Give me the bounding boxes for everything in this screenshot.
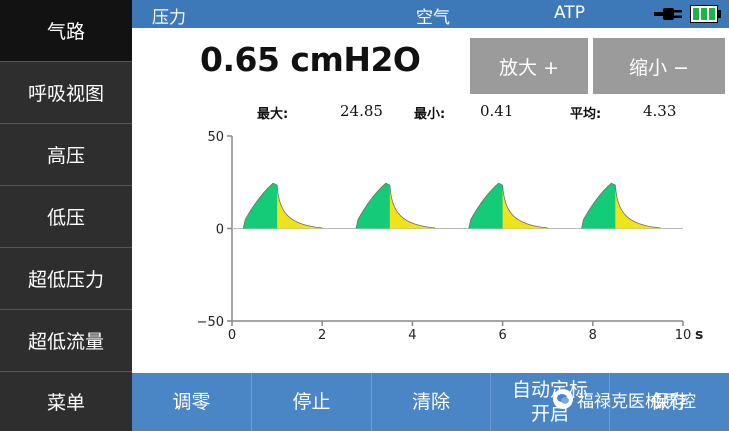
zoom-in-button[interactable]: 放大 + xyxy=(470,38,588,94)
sidebar-item-label: 菜单 xyxy=(46,392,85,414)
sidebar-item-menu[interactable]: 菜单 xyxy=(0,372,132,431)
x-tick-label: 2 xyxy=(318,328,326,343)
zoom-out-button[interactable]: 缩小 − xyxy=(593,38,725,94)
gas-type: 空气 xyxy=(416,8,450,28)
sidebar-item-gas-path[interactable]: 气路 xyxy=(0,0,132,62)
max-value: 24.85 xyxy=(340,102,383,120)
max-label: 最大: xyxy=(257,107,289,122)
avg-value: 4.33 xyxy=(643,102,677,120)
wechat-logo-icon xyxy=(553,389,573,409)
x-tick-label: 0 xyxy=(228,328,236,343)
zero-button[interactable]: 调零 xyxy=(132,373,251,431)
avg-label: 平均: xyxy=(570,107,602,122)
sidebar: 气路 呼吸视图 高压 低压 超低压力 超低流量 菜单 xyxy=(0,0,132,431)
x-tick-label: 10 xyxy=(675,328,692,343)
power-plug-icon xyxy=(654,6,684,27)
waveform-rise xyxy=(581,183,619,229)
sidebar-item-ultra-low-flow[interactable]: 超低流量 xyxy=(0,310,132,372)
watermark-text: 福禄克医械质控 xyxy=(577,391,696,412)
min-value: 0.41 xyxy=(480,102,514,120)
waveform-decay xyxy=(502,185,548,229)
x-unit-label: s xyxy=(695,327,703,343)
clear-button[interactable]: 清除 xyxy=(371,373,490,431)
sidebar-item-label: 超低流量 xyxy=(27,331,104,353)
waveform-rise xyxy=(468,183,506,229)
waveform-decay xyxy=(277,185,323,229)
status-bar: 压力 空气 ATP xyxy=(132,0,729,28)
waveform-decay xyxy=(389,185,435,229)
y-tick-label: 0 xyxy=(216,223,224,238)
x-tick-label: 6 xyxy=(498,328,506,343)
analyzer-screen: 气路 呼吸视图 高压 低压 超低压力 超低流量 菜单 压力 空气 ATP 0.6… xyxy=(0,0,729,431)
min-label: 最小: xyxy=(414,107,446,122)
waveform-rise xyxy=(356,183,393,229)
sidebar-item-label: 高压 xyxy=(46,145,85,167)
sidebar-item-ultra-low-pressure[interactable]: 超低压力 xyxy=(0,248,132,310)
x-tick-label: 8 xyxy=(589,328,597,343)
waveform-decay xyxy=(615,185,661,229)
sidebar-item-high-pressure[interactable]: 高压 xyxy=(0,124,132,186)
condition-label: ATP xyxy=(554,3,585,23)
sidebar-item-low-pressure[interactable]: 低压 xyxy=(0,186,132,248)
watermark: 福禄克医械质控 xyxy=(553,388,696,412)
y-tick-label: −50 xyxy=(197,315,224,330)
pressure-reading: 0.65 cmH2O xyxy=(200,40,421,79)
x-tick-label: 4 xyxy=(408,328,416,343)
stop-button[interactable]: 停止 xyxy=(251,373,371,431)
sidebar-item-label: 超低压力 xyxy=(27,269,104,291)
y-tick-label: 50 xyxy=(207,130,224,145)
sidebar-item-label: 呼吸视图 xyxy=(27,83,104,105)
sidebar-item-label: 低压 xyxy=(46,207,85,229)
battery-icon xyxy=(690,5,722,28)
pressure-waveform-chart: 50 0 −50 0 2 4 6 8 10 s xyxy=(197,130,704,343)
measure-type: 压力 xyxy=(152,8,186,28)
waveform-rise xyxy=(243,183,281,229)
sidebar-item-breath-view[interactable]: 呼吸视图 xyxy=(0,62,132,124)
sidebar-item-label: 气路 xyxy=(46,21,85,43)
